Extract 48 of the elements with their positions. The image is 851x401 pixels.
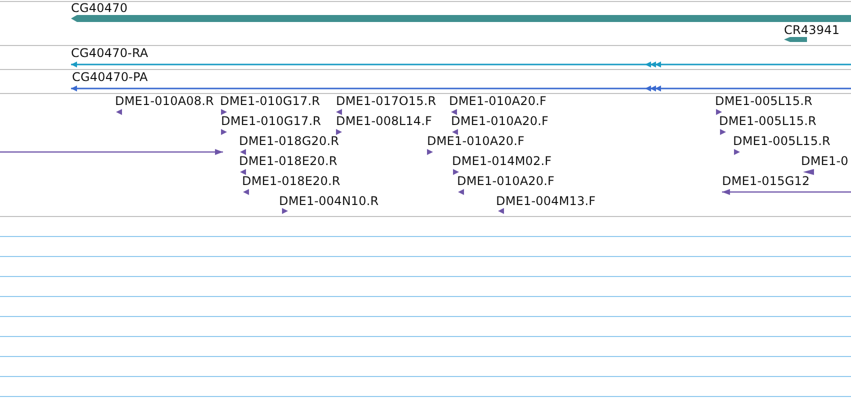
clone-arrow-icon[interactable] [453,169,459,175]
clone-arrow-icon[interactable] [221,129,227,135]
clone-label: DME1-017O15.R [336,95,436,108]
clone-label: DME1-010A08.R [115,95,214,108]
clone-arrow-icon[interactable] [336,129,342,135]
clone-label: DME1-005L15.R [715,95,812,108]
clone-label: DME1-010A20.F [449,95,547,108]
clone-arrow-icon[interactable] [282,208,288,214]
gene-bar[interactable] [784,37,807,42]
clone-label: DME1-014M02.F [452,155,552,168]
clone-label: DME1-005L15.R [719,115,816,128]
transcript-line[interactable] [71,61,851,68]
clone-arrow-icon[interactable] [720,129,726,135]
clone-arrow-icon[interactable] [498,208,504,214]
gene-label: CG40470 [71,2,128,15]
clone-arrow-icon[interactable] [427,149,433,155]
clone-label: DME1-008L14.F [336,115,432,128]
clone-label: DME1-0 [801,155,848,168]
clone-label: DME1-004M13.F [496,195,596,208]
clone-label: DME1-010A20.F [451,115,549,128]
clone-label: DME1-018E20.R [242,175,340,188]
clone-arrow-icon[interactable] [240,169,246,175]
clone-label: DME1-005L15.R [733,135,830,148]
clone-line[interactable] [722,189,851,195]
clone-label: DME1-018G20.R [239,135,340,148]
clone-line[interactable] [0,149,223,155]
clone-arrow-icon[interactable] [243,189,249,195]
clone-arrow-icon[interactable] [116,109,122,115]
clone-label: DME1-010G17.R [221,115,322,128]
clone-arrow-icon[interactable] [451,109,457,115]
clone-label: DME1-004N10.R [279,195,379,208]
clone-arrow-icon[interactable] [240,149,246,155]
clone-label: DME1-015G12 [722,175,810,188]
transcript-label: CG40470-RA [71,47,148,60]
protein-line[interactable] [71,85,851,92]
clone-arrow-icon[interactable] [452,129,458,135]
gene-label: CR43941 [784,24,840,37]
clone-label: DME1-018E20.R [239,155,338,168]
clone-label: DME1-010G17.R [220,95,320,108]
clone-label: DME1-010A20.F [427,135,525,148]
clone-arrow-icon[interactable] [716,109,722,115]
clone-label: DME1-010A20.F [457,175,555,188]
protein-label: CG40470-PA [72,71,148,84]
clone-arrow-icon[interactable] [803,169,814,175]
clone-arrow-icon[interactable] [221,109,227,115]
clone-arrow-icon[interactable] [336,109,342,115]
clone-arrow-icon[interactable] [734,149,740,155]
clone-arrow-icon[interactable] [458,189,464,195]
